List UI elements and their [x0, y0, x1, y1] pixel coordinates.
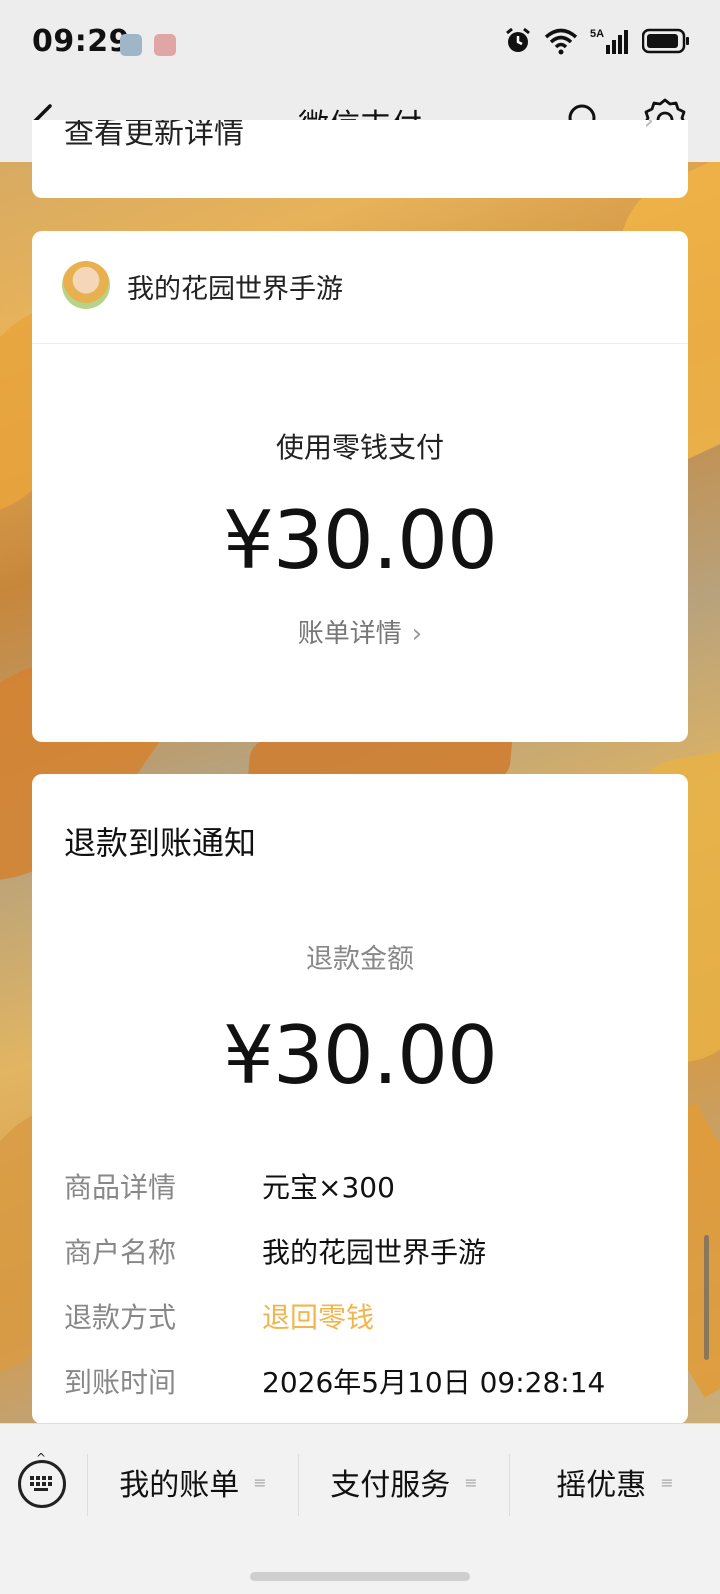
- tab-label: 摇优惠: [556, 1468, 647, 1503]
- payment-amount: ¥30.00: [223, 494, 498, 587]
- tab-label: 支付服务: [330, 1468, 451, 1503]
- menu-lines-icon: ≡: [660, 1472, 674, 1492]
- tab-shake-offers[interactable]: 摇优惠 ≡: [510, 1450, 720, 1514]
- detail-key: 到账时间: [64, 1366, 177, 1399]
- merchant-name: 我的花园世界手游: [127, 274, 343, 305]
- menu-lines-icon: ≡: [464, 1472, 478, 1492]
- previous-card[interactable]: 查看更新详情 ›: [32, 120, 688, 198]
- alarm-icon: [506, 27, 530, 52]
- refund-notice-card: 退款到账通知 退款金额 ¥30.00 商品详情 元宝×300 商户名称 我的花园…: [32, 774, 688, 1424]
- bill-details-link[interactable]: 账单详情 ›: [32, 613, 688, 650]
- merchant-avatar: [62, 261, 110, 309]
- menu-lines-icon: ≡: [253, 1472, 267, 1492]
- keyboard-toggle-icon[interactable]: [18, 1460, 66, 1508]
- scrollbar-thumb[interactable]: [704, 1235, 709, 1360]
- wifi-icon: [544, 28, 578, 55]
- status-time: 09:29: [32, 24, 130, 59]
- tab-label: 我的账单: [119, 1468, 240, 1503]
- detail-value: 元宝×300: [262, 1171, 395, 1204]
- keyboard-icon: [30, 1476, 52, 1491]
- refund-amount-label: 退款金额: [306, 944, 414, 975]
- notification-icon: [120, 34, 142, 56]
- battery-icon: [642, 28, 689, 54]
- svg-text:5A: 5A: [590, 28, 604, 40]
- chevron-right-icon: ›: [411, 619, 423, 649]
- tab-my-bills[interactable]: 我的账单 ≡: [88, 1450, 298, 1514]
- notification-icon: [154, 34, 176, 56]
- payment-method: 使用零钱支付: [275, 431, 444, 464]
- detail-value: 2026年5月10日 09:28:14: [262, 1366, 606, 1399]
- detail-value: 退回零钱: [262, 1301, 375, 1334]
- status-bar: 09:29 5A: [0, 0, 720, 90]
- merchant-header[interactable]: 我的花园世界手游: [32, 231, 688, 344]
- detail-value: 我的花园世界手游: [262, 1236, 487, 1269]
- home-indicator[interactable]: [250, 1572, 470, 1581]
- detail-key: 商户名称: [64, 1236, 177, 1269]
- cellular-signal-icon: 5A: [590, 28, 628, 54]
- tab-payment-services[interactable]: 支付服务 ≡: [299, 1450, 509, 1514]
- refund-title: 退款到账通知: [64, 824, 257, 862]
- bill-details-label: 账单详情: [297, 619, 402, 649]
- detail-key: 商品详情: [64, 1171, 177, 1204]
- chevron-right-icon: ›: [643, 120, 654, 136]
- refund-amount: ¥30.00: [223, 1009, 498, 1102]
- payment-card: 我的花园世界手游 使用零钱支付 ¥30.00 账单详情 ›: [32, 231, 688, 742]
- previous-card-text: 查看更新详情: [64, 120, 244, 151]
- bottom-menu-bar: ^ 我的账单 ≡ 支付服务 ≡ 摇优惠 ≡: [0, 1423, 720, 1594]
- detail-key: 退款方式: [64, 1301, 177, 1334]
